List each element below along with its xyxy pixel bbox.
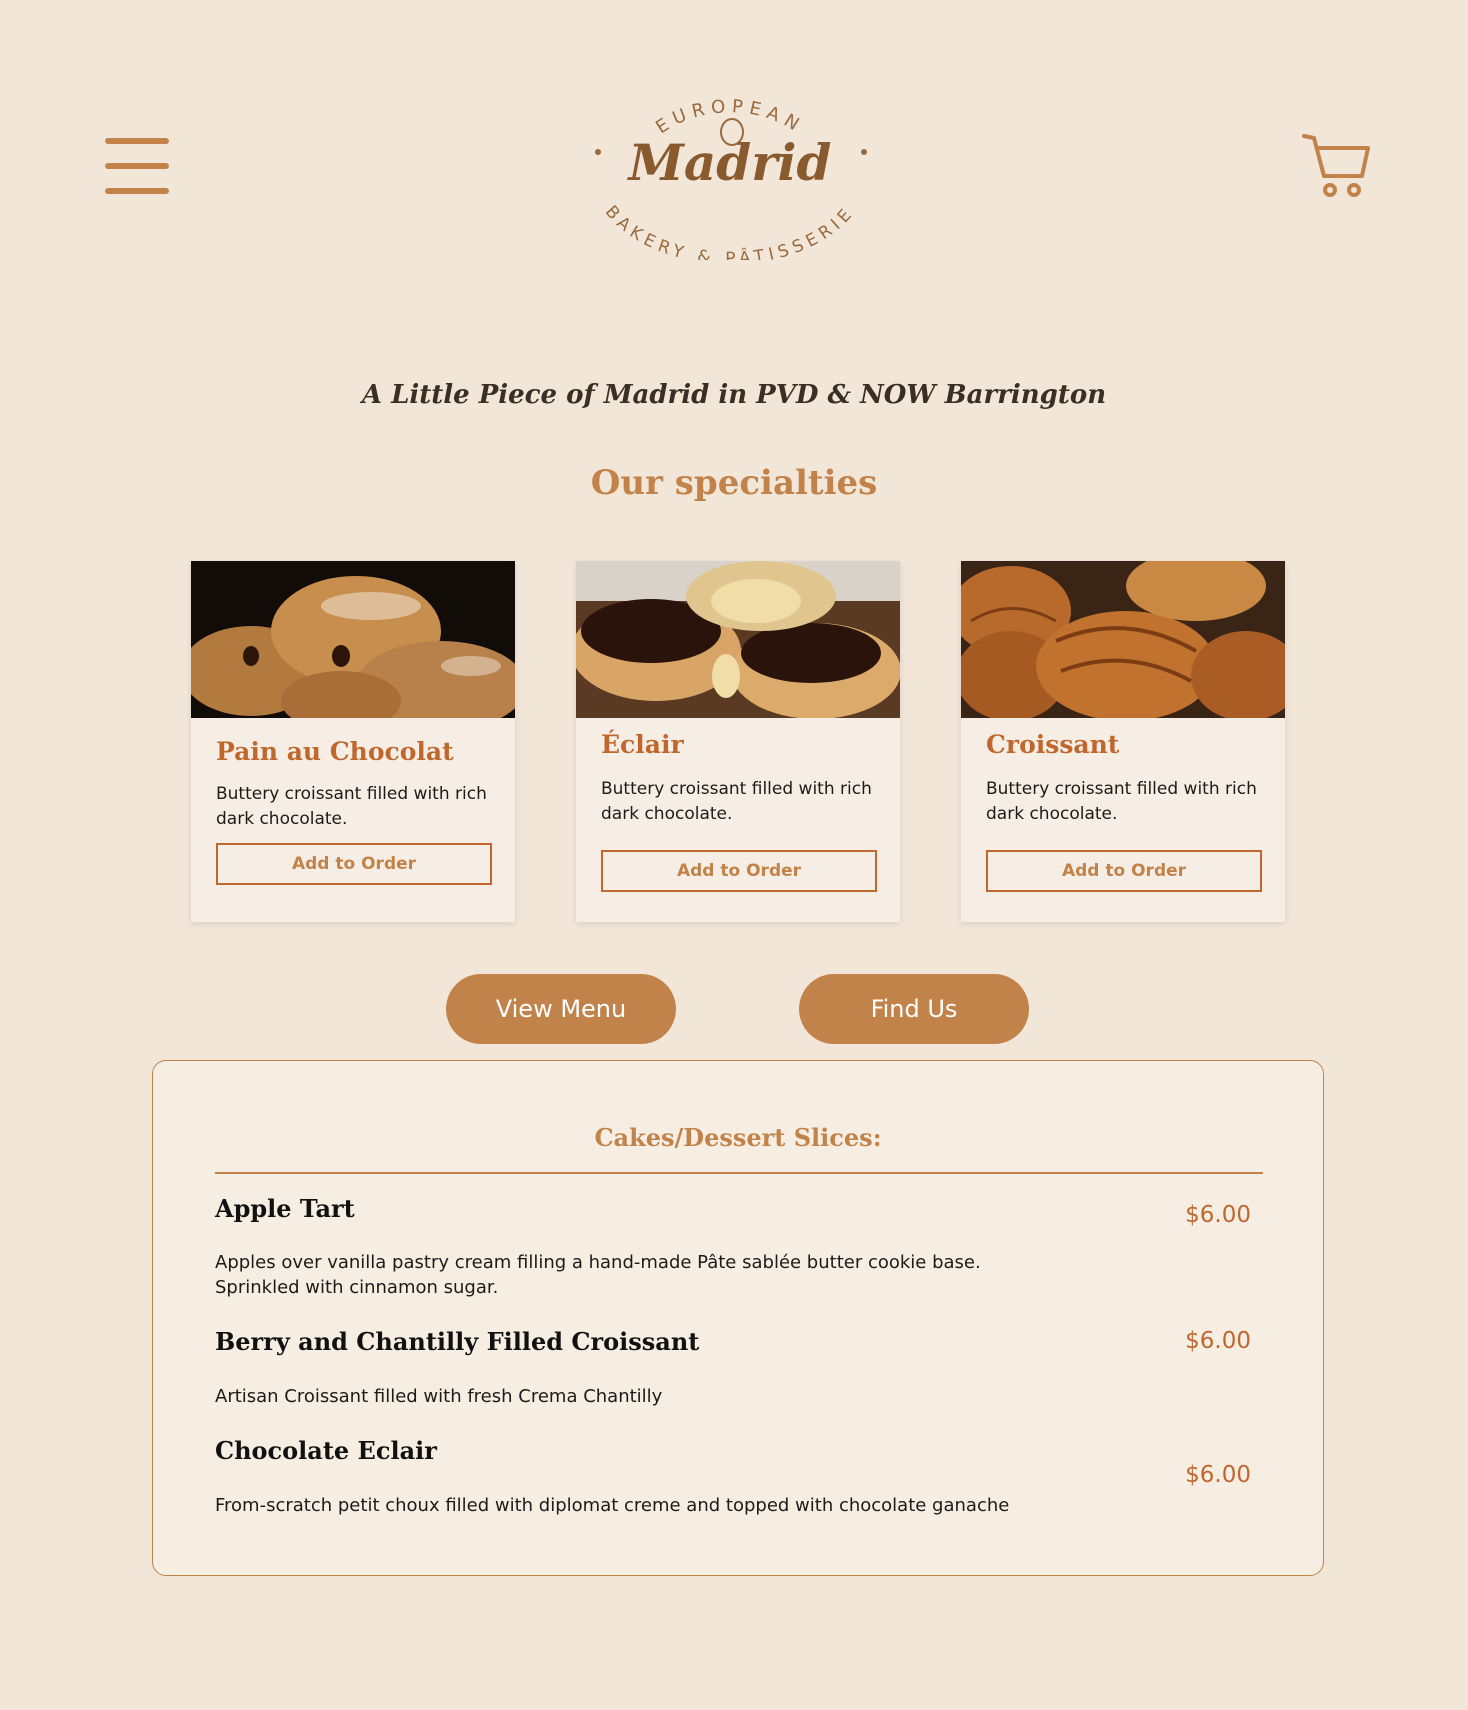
hamburger-icon-line [105,188,169,194]
menu-section-heading: Cakes/Dessert Slices: [594,1123,882,1152]
shopping-cart-icon [1302,134,1370,197]
menu-item-description: Artisan Croissant filled with fresh Crem… [215,1386,663,1407]
menu-item-name: Berry and Chantilly Filled Croissant [215,1327,700,1356]
menu-item-name: Apple Tart [215,1194,355,1223]
card-title: Croissant [986,730,1120,759]
bakery-logo[interactable]: EUROPEAN Madrid BAKERY & PÂTISSERIE [580,80,880,269]
menu-item-price: $6.00 [1185,1202,1251,1228]
logo-name: Madrid [626,133,831,192]
pain-au-chocolat-photo [191,561,515,718]
menu-item-name: Chocolate Eclair [215,1436,437,1465]
specialty-card-pain-au-chocolat: Pain au Chocolat Buttery croissant fille… [191,561,515,922]
cart-button[interactable] [1300,132,1370,202]
specialty-card-croissant: Croissant Buttery croissant filled with … [961,561,1285,922]
view-menu-button[interactable]: View Menu [446,974,676,1044]
add-to-order-button[interactable]: Add to Order [986,850,1262,892]
card-description: Buttery croissant filled with rich dark … [986,779,1257,824]
card-description: Buttery croissant filled with rich dark … [216,784,487,829]
menu-item-price: $6.00 [1185,1462,1251,1488]
logo-graphic: EUROPEAN Madrid BAKERY & PÂTISSERIE [595,96,867,269]
dessert-menu-panel: Cakes/Dessert Slices: Apple Tart $6.00 A… [152,1060,1324,1576]
croissant-photo [961,561,1285,718]
specialties-title: Our specialties [590,463,878,503]
hamburger-icon-line [105,163,169,169]
tagline: A Little Piece of Madrid in PVD & NOW Ba… [361,380,1107,410]
specialty-card-eclair: Éclair Buttery croissant filled with ric… [576,561,900,922]
logo-bottom-text: BAKERY & PÂTISSERIE [601,202,859,260]
find-us-button[interactable]: Find Us [799,974,1029,1044]
card-description: Buttery croissant filled with rich dark … [601,779,872,824]
hamburger-icon [105,138,169,144]
card-title: Pain au Chocolat [216,737,454,766]
add-to-order-button[interactable]: Add to Order [216,843,492,885]
menu-divider [215,1172,1263,1174]
logo-top-text: EUROPEAN [652,96,808,138]
menu-item-description: From-scratch petit choux filled with dip… [215,1495,1010,1516]
add-to-order-button[interactable]: Add to Order [601,850,877,892]
menu-item-price: $6.00 [1185,1328,1251,1354]
hamburger-menu-button[interactable] [105,138,169,198]
eclair-photo [576,561,900,718]
card-title: Éclair [601,730,684,759]
menu-item-description: Apples over vanilla pastry cream filling… [215,1252,981,1298]
